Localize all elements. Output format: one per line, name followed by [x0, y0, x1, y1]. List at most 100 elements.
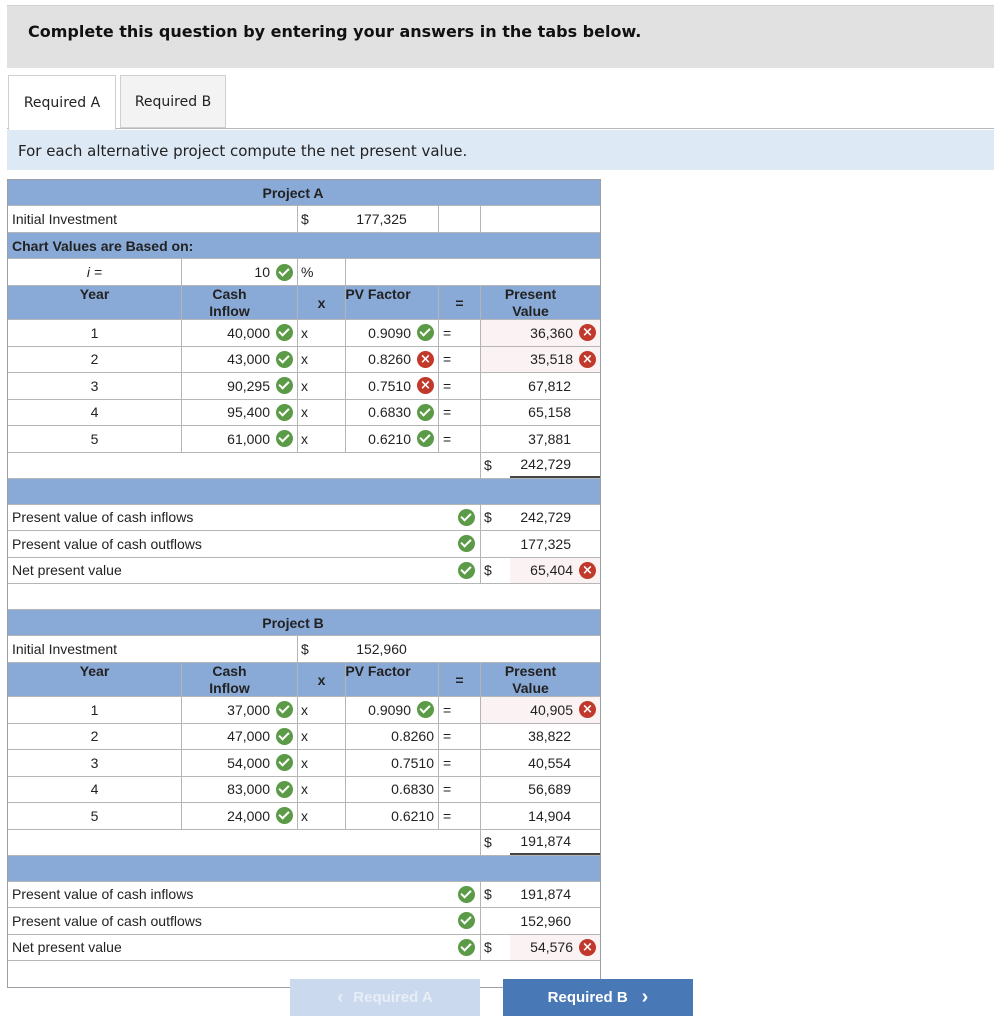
pv-factor-input[interactable]: 0.7510 ×: [345, 373, 438, 399]
cash-inflow-input[interactable]: 24,000: [181, 803, 297, 829]
pv-inflows-value[interactable]: 242,729: [510, 505, 600, 531]
present-value-input[interactable]: 56,689: [480, 776, 600, 802]
pv-inflows-dollar: $: [480, 881, 510, 907]
pv-factor-input[interactable]: 0.6830: [345, 399, 438, 425]
net-present-value-value[interactable]: 54,576 ×: [510, 934, 600, 960]
times-sign-text: x: [301, 701, 308, 718]
pv-inflows-dollar-text: $: [484, 509, 492, 526]
present-value-input[interactable]: 35,518 ×: [480, 346, 600, 372]
present-value-input[interactable]: 40,905 ×: [480, 697, 600, 723]
present-value-error-icon: ×: [579, 324, 596, 342]
year-cell: 5: [8, 426, 181, 452]
net-present-value-check-icon: [458, 938, 475, 956]
cash-inflow-input[interactable]: 90,295: [181, 373, 297, 399]
col-present-value-text: Present Value: [504, 663, 557, 696]
pv-factor-input[interactable]: 0.9090: [345, 697, 438, 723]
cash-inflow-input-text: 40,000: [227, 324, 270, 341]
cash-inflow-input[interactable]: 47,000: [181, 723, 297, 749]
net-present-value-dollar-text: $: [484, 939, 492, 956]
cash-inflow-input[interactable]: 61,000: [181, 426, 297, 452]
tab-required-a[interactable]: Required A: [8, 75, 116, 130]
tab-required-b[interactable]: Required B: [120, 75, 226, 128]
tab-divider: [7, 128, 994, 129]
year-cell-text: 4: [90, 404, 99, 421]
dollar-sign-text: $: [301, 641, 309, 657]
cash-inflow-input[interactable]: 40,000: [181, 320, 297, 346]
pv-factor-input[interactable]: 0.8260 ×: [345, 346, 438, 372]
cash-inflow-input[interactable]: 83,000: [181, 776, 297, 802]
equals-sign: =: [438, 723, 480, 749]
prev-button-label: Required A: [353, 989, 433, 1006]
present-value-input[interactable]: 40,554: [480, 750, 600, 776]
empty-cell: [8, 453, 480, 478]
project-title: Project A: [8, 180, 600, 205]
present-value-input[interactable]: 67,812: [480, 373, 600, 399]
times-sign-text: x: [301, 430, 308, 447]
net-present-value-row: Net present value $54,576 ×: [8, 934, 600, 961]
present-value-input[interactable]: 65,158: [480, 399, 600, 425]
cash-inflow-input-text: 90,295: [227, 377, 270, 394]
pv-factor-input[interactable]: 0.6830: [345, 776, 438, 802]
year-cell-text: 3: [90, 754, 99, 771]
present-value-input-text: 38,822: [528, 728, 571, 745]
pv-outflows-value[interactable]: 152,960: [510, 908, 600, 934]
equals-sign: =: [438, 373, 480, 399]
cash-inflow-input[interactable]: 43,000: [181, 346, 297, 372]
cash-inflow-check-icon: [276, 807, 293, 825]
equals-sign: =: [438, 320, 480, 346]
pv-outflows-value[interactable]: 177,325: [510, 531, 600, 557]
pv-factor-input[interactable]: 0.7510: [345, 750, 438, 776]
equals-sign-text: =: [443, 728, 452, 745]
cash-inflow-input[interactable]: 95,400: [181, 399, 297, 425]
initial-investment-value[interactable]: 177,325: [345, 206, 438, 232]
col-year: Year: [8, 663, 181, 696]
cash-inflow-check-icon: [276, 324, 293, 342]
times-sign-text: x: [301, 324, 308, 341]
present-value-input[interactable]: 14,904: [480, 803, 600, 829]
net-present-value-label-text: Net present value: [12, 939, 122, 956]
net-present-value-value[interactable]: 65,404 ×: [510, 557, 600, 583]
times-sign-text: x: [301, 807, 308, 824]
pv-factor-input[interactable]: 0.9090: [345, 320, 438, 346]
cash-inflow-input-text: 37,000: [227, 701, 270, 718]
times-sign: x: [297, 750, 345, 776]
next-button[interactable]: Required B ›: [503, 979, 693, 1016]
chevron-left-icon: ‹: [337, 987, 344, 1007]
col-times-text: x: [317, 294, 326, 311]
pv-factor-input[interactable]: 0.8260: [345, 723, 438, 749]
cash-inflow-input[interactable]: 37,000: [181, 697, 297, 723]
prompt-text: For each alternative project compute the…: [18, 142, 468, 160]
cash-inflow-input-text: 61,000: [227, 430, 270, 447]
pv-outflows-value-text: 177,325: [520, 535, 571, 552]
year-cell-text: 2: [90, 728, 99, 745]
pv-factor-input[interactable]: 0.6210: [345, 803, 438, 829]
cash-inflow-input[interactable]: 54,000: [181, 750, 297, 776]
table-row: 4 83,000 x 0.6830 = 56,689: [8, 776, 600, 803]
total-present-value-text: 242,729: [520, 456, 571, 472]
pv-factor-input[interactable]: 0.6210: [345, 426, 438, 452]
initial-investment-row: Initial Investment $152,960: [8, 636, 600, 663]
pv-outflows-dollar: [480, 531, 510, 557]
pv-outflows-label: Present value of cash outflows: [8, 531, 458, 557]
pv-factor-error-icon: ×: [417, 350, 434, 368]
total-present-value[interactable]: 191,874: [510, 830, 600, 855]
present-value-input[interactable]: 38,822: [480, 723, 600, 749]
pv-inflows-label-text: Present value of cash inflows: [12, 509, 194, 526]
rate-input[interactable]: 10: [181, 259, 297, 285]
cash-inflow-check-icon: [276, 430, 293, 448]
cash-inflow-input-text: 54,000: [227, 754, 270, 771]
prev-button[interactable]: ‹ Required A: [290, 979, 480, 1016]
present-value-input[interactable]: 37,881: [480, 426, 600, 452]
times-sign: x: [297, 776, 345, 802]
year-cell: 4: [8, 777, 181, 803]
times-sign: x: [297, 426, 345, 452]
present-value-input[interactable]: 36,360 ×: [480, 320, 600, 346]
project-title-text: Project A: [262, 184, 324, 201]
pv-inflows-value[interactable]: 191,874: [510, 882, 600, 908]
equals-sign: =: [438, 399, 480, 425]
pv-outflows-dollar: [480, 908, 510, 934]
total-present-value[interactable]: 242,729: [510, 453, 600, 478]
col-equals-text: =: [455, 671, 464, 688]
rate-check-icon: [276, 263, 293, 281]
initial-investment-value[interactable]: 152,960: [345, 636, 438, 662]
